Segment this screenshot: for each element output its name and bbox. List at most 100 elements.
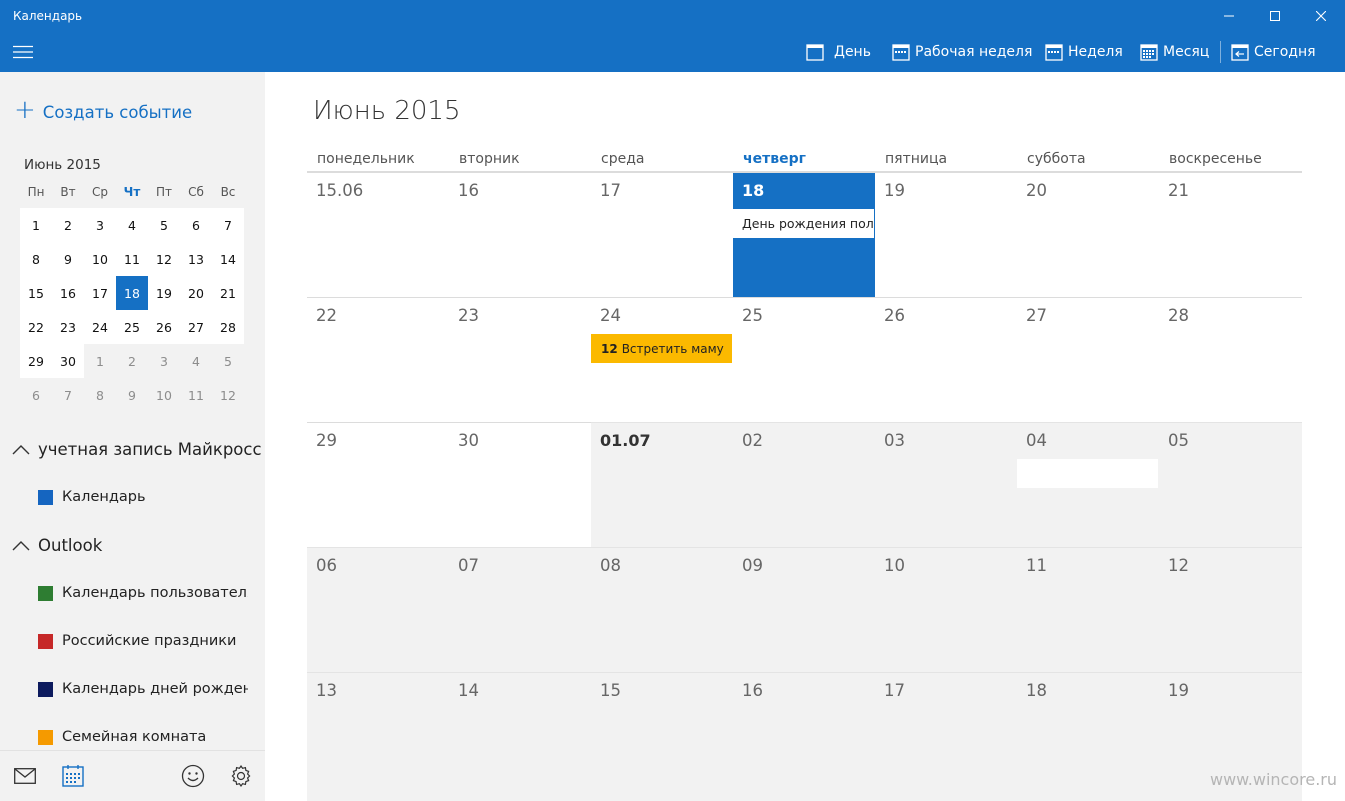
day-cell-next-month[interactable]: 11	[1017, 547, 1159, 672]
mini-day-next-month[interactable]: 12	[212, 378, 244, 412]
day-cell[interactable]: 25	[733, 297, 875, 422]
day-cell-next-month[interactable]: 14	[449, 672, 591, 801]
day-cell-today[interactable]: 18 День рождения поль	[733, 172, 875, 297]
mini-day[interactable]: 12	[148, 242, 180, 276]
day-cell[interactable]: 29	[307, 422, 449, 547]
day-cell-next-month[interactable]: 03	[875, 422, 1017, 547]
mini-day-next-month[interactable]: 2	[116, 344, 148, 378]
mini-day-next-month[interactable]: 11	[180, 378, 212, 412]
calendar-item[interactable]: Календарь дней рождения	[38, 681, 248, 697]
create-event-button[interactable]: + Создать событие	[14, 97, 192, 123]
mini-day-next-month[interactable]: 8	[84, 378, 116, 412]
mail-button[interactable]	[12, 763, 38, 789]
mini-day[interactable]: 19	[148, 276, 180, 310]
mini-day[interactable]: 10	[84, 242, 116, 276]
mini-day[interactable]: 30	[52, 344, 84, 378]
day-cell[interactable]: 21	[1159, 172, 1302, 297]
day-cell-next-month[interactable]: 17	[875, 672, 1017, 801]
mini-day[interactable]: 20	[180, 276, 212, 310]
day-cell-next-month[interactable]: 06	[307, 547, 449, 672]
day-cell-next-month[interactable]: 12	[1159, 547, 1302, 672]
day-cell[interactable]: 19	[875, 172, 1017, 297]
mini-day[interactable]: 3	[84, 208, 116, 242]
day-cell-next-month[interactable]: 18	[1017, 672, 1159, 801]
mini-day[interactable]: 11	[116, 242, 148, 276]
event-birthday[interactable]: День рождения поль	[733, 209, 874, 238]
mini-day[interactable]: 7	[212, 208, 244, 242]
mini-day-next-month[interactable]: 10	[148, 378, 180, 412]
minimize-button[interactable]	[1206, 0, 1252, 32]
day-cell-next-month[interactable]: 10	[875, 547, 1017, 672]
day-cell-next-month[interactable]: 07	[449, 547, 591, 672]
workweek-view-button[interactable]: Рабочая неделя	[892, 32, 1032, 72]
mini-day[interactable]: 21	[212, 276, 244, 310]
calendar-item[interactable]: Семейная комната	[38, 729, 248, 745]
calendar-app-button[interactable]	[60, 763, 86, 789]
mini-calendar-title[interactable]: Июнь 2015	[24, 157, 101, 173]
feedback-button[interactable]	[180, 763, 206, 789]
day-cell-next-month[interactable]: 13	[307, 672, 449, 801]
mini-day[interactable]: 22	[20, 310, 52, 344]
mini-day-next-month[interactable]: 5	[212, 344, 244, 378]
mini-day[interactable]: 17	[84, 276, 116, 310]
calendar-item[interactable]: Календарь	[38, 489, 248, 505]
day-cell[interactable]: 28	[1159, 297, 1302, 422]
day-view-button[interactable]: День	[806, 32, 871, 72]
day-cell[interactable]: 20	[1017, 172, 1159, 297]
day-cell-next-month[interactable]: 01.07	[591, 422, 733, 547]
mini-day[interactable]: 26	[148, 310, 180, 344]
mini-day[interactable]: 1	[20, 208, 52, 242]
account-group-microsoft[interactable]: учетная запись Майкросс	[12, 440, 262, 459]
mini-day[interactable]: 27	[180, 310, 212, 344]
day-cell[interactable]: 30	[449, 422, 591, 547]
day-cell[interactable]: 16	[449, 172, 591, 297]
mini-day[interactable]: 25	[116, 310, 148, 344]
mini-day[interactable]: 4	[116, 208, 148, 242]
day-cell-next-month[interactable]: 04	[1017, 422, 1159, 547]
event-meet-mom[interactable]: 12 Встретить маму	[591, 334, 732, 363]
maximize-button[interactable]	[1252, 0, 1298, 32]
day-cell[interactable]: 15.06	[307, 172, 449, 297]
day-cell-next-month[interactable]: 09	[733, 547, 875, 672]
calendar-item[interactable]: Календарь пользователя Е	[38, 585, 248, 601]
mini-day[interactable]: 24	[84, 310, 116, 344]
mini-day[interactable]: 23	[52, 310, 84, 344]
mini-day[interactable]: 6	[180, 208, 212, 242]
mini-day[interactable]: 9	[52, 242, 84, 276]
mini-day[interactable]: 16	[52, 276, 84, 310]
settings-button[interactable]	[228, 763, 254, 789]
day-cell-next-month[interactable]: 16	[733, 672, 875, 801]
close-button[interactable]	[1298, 0, 1344, 32]
mini-day[interactable]: 14	[212, 242, 244, 276]
day-cell[interactable]: 26	[875, 297, 1017, 422]
mini-day[interactable]: 5	[148, 208, 180, 242]
day-cell[interactable]: 23	[449, 297, 591, 422]
mini-day[interactable]: 2	[52, 208, 84, 242]
event-untitled[interactable]	[1017, 459, 1158, 488]
mini-day[interactable]: 15	[20, 276, 52, 310]
month-view-button[interactable]: Месяц	[1140, 32, 1209, 72]
mini-day-selected[interactable]: 18	[116, 276, 148, 310]
day-cell-next-month[interactable]: 08	[591, 547, 733, 672]
mini-day-next-month[interactable]: 7	[52, 378, 84, 412]
mini-day[interactable]: 8	[20, 242, 52, 276]
day-cell-next-month[interactable]: 15	[591, 672, 733, 801]
mini-day[interactable]: 13	[180, 242, 212, 276]
day-cell[interactable]: 24 12 Встретить маму	[591, 297, 733, 422]
day-cell-next-month[interactable]: 02	[733, 422, 875, 547]
today-button[interactable]: Сегодня	[1231, 32, 1316, 72]
day-cell[interactable]: 22	[307, 297, 449, 422]
mini-day-next-month[interactable]: 1	[84, 344, 116, 378]
menu-button[interactable]	[0, 32, 46, 72]
mini-day-next-month[interactable]: 4	[180, 344, 212, 378]
mini-day-next-month[interactable]: 9	[116, 378, 148, 412]
mini-day[interactable]: 28	[212, 310, 244, 344]
day-cell[interactable]: 27	[1017, 297, 1159, 422]
day-cell[interactable]: 17	[591, 172, 733, 297]
account-group-outlook[interactable]: Outlook	[12, 536, 102, 555]
mini-day[interactable]: 29	[20, 344, 52, 378]
mini-day-next-month[interactable]: 3	[148, 344, 180, 378]
week-view-button[interactable]: Неделя	[1045, 32, 1123, 72]
calendar-item[interactable]: Российские праздники	[38, 633, 248, 649]
day-cell-next-month[interactable]: 05	[1159, 422, 1302, 547]
